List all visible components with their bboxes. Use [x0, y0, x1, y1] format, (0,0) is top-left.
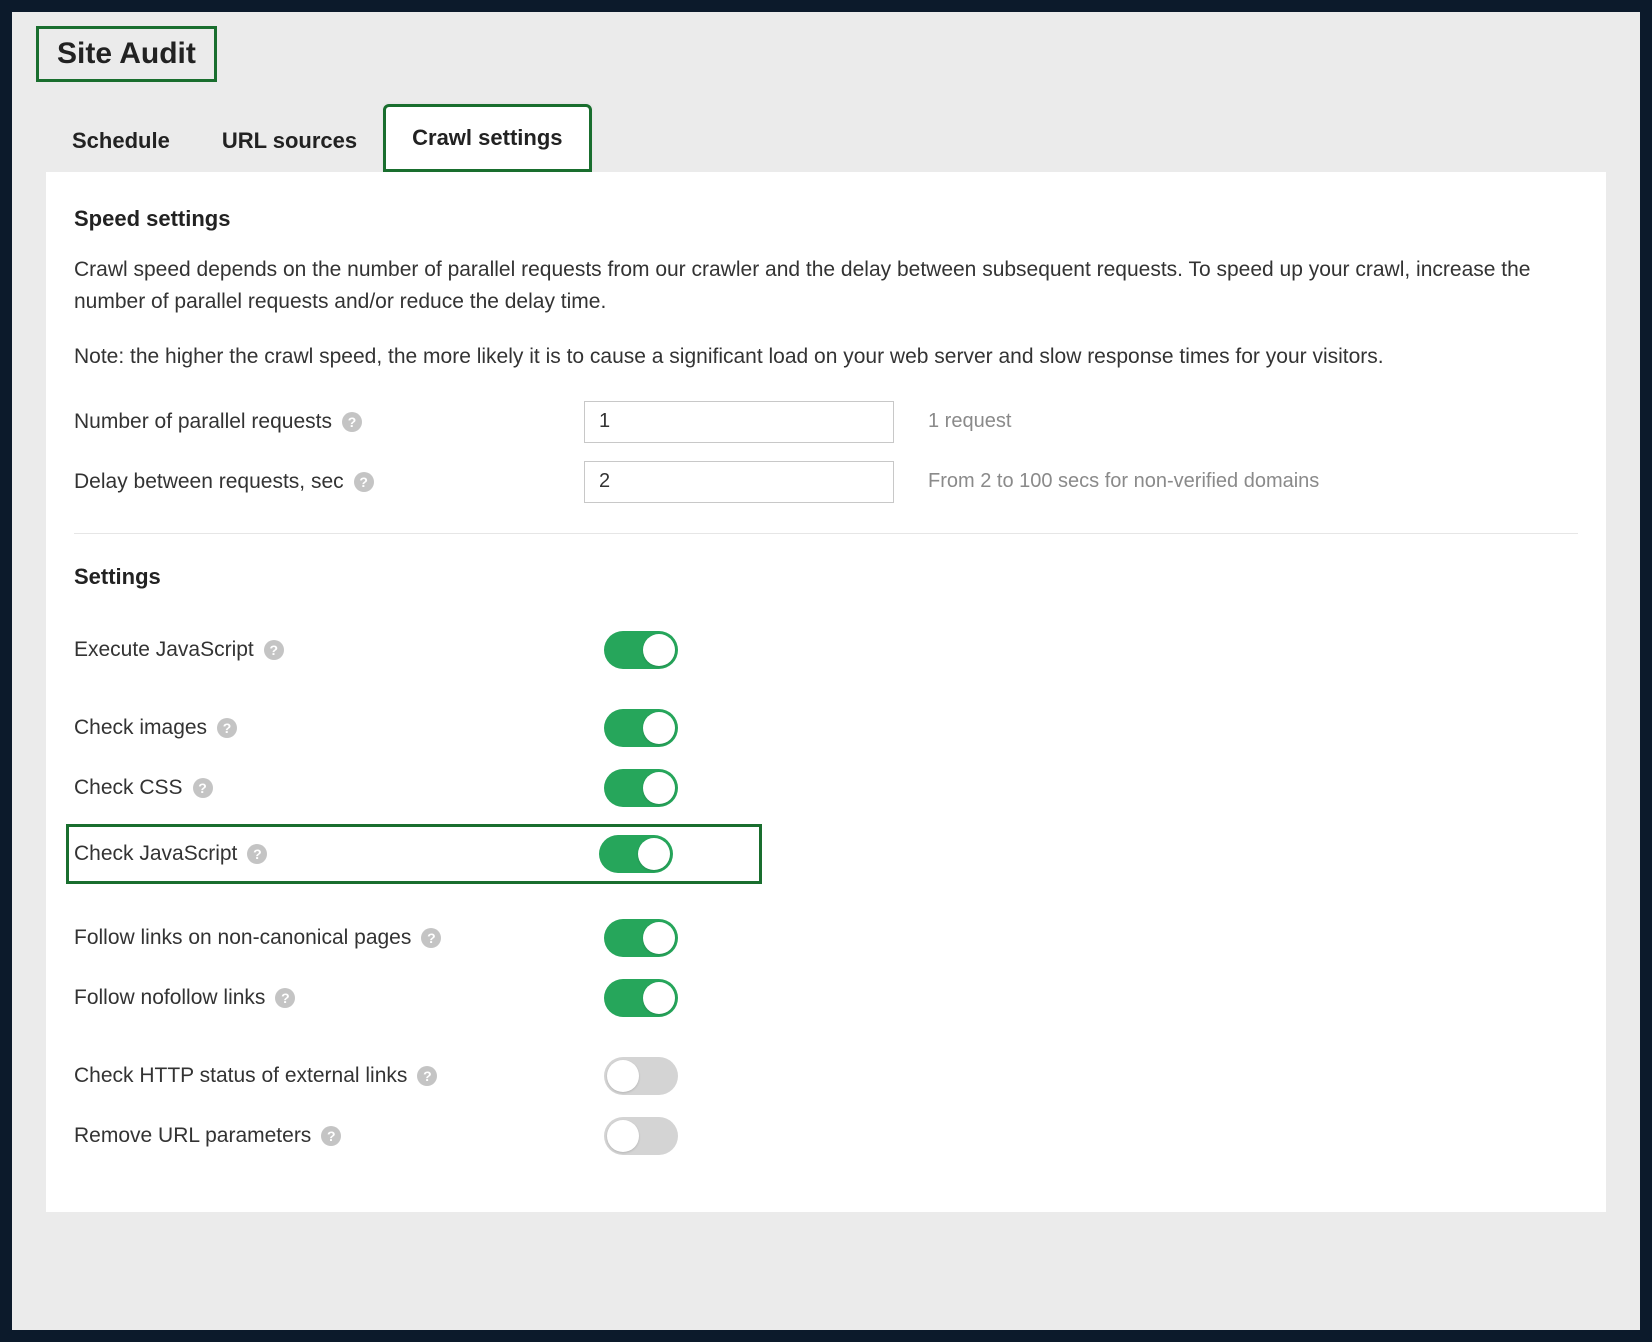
execute-js-toggle[interactable]	[604, 631, 678, 669]
delay-input[interactable]	[584, 461, 894, 503]
check-css-label-text: Check CSS	[74, 776, 183, 800]
check-http-external-label-text: Check HTTP status of external links	[74, 1064, 407, 1088]
follow-noncanonical-toggle[interactable]	[604, 919, 678, 957]
check-images-row: Check images ?	[74, 704, 1578, 752]
page-title: Site Audit	[36, 26, 217, 82]
follow-noncanonical-label: Follow links on non-canonical pages ?	[74, 926, 604, 950]
remove-url-params-row: Remove URL parameters ?	[74, 1112, 1578, 1160]
speed-description-2: Note: the higher the crawl speed, the mo…	[74, 341, 1578, 373]
check-http-external-toggle[interactable]	[604, 1057, 678, 1095]
help-icon[interactable]: ?	[354, 472, 374, 492]
follow-nofollow-toggle[interactable]	[604, 979, 678, 1017]
check-js-toggle[interactable]	[599, 835, 673, 873]
remove-url-params-label-text: Remove URL parameters	[74, 1124, 311, 1148]
app-background: Site Audit Schedule URL sources Crawl se…	[12, 12, 1640, 1330]
follow-nofollow-row: Follow nofollow links ?	[74, 974, 1578, 1022]
follow-noncanonical-row: Follow links on non-canonical pages ?	[74, 914, 1578, 962]
section-divider	[74, 533, 1578, 534]
check-images-label-text: Check images	[74, 716, 207, 740]
follow-nofollow-label: Follow nofollow links ?	[74, 986, 604, 1010]
delay-row: Delay between requests, sec ? From 2 to …	[74, 461, 1578, 503]
follow-nofollow-label-text: Follow nofollow links	[74, 986, 265, 1010]
tab-crawl-settings[interactable]: Crawl settings	[383, 104, 591, 172]
parallel-requests-label: Number of parallel requests ?	[74, 410, 584, 434]
settings-heading: Settings	[74, 564, 1578, 590]
help-icon[interactable]: ?	[247, 844, 267, 864]
parallel-requests-hint: 1 request	[928, 410, 1011, 433]
check-css-toggle[interactable]	[604, 769, 678, 807]
help-icon[interactable]: ?	[193, 778, 213, 798]
execute-js-label: Execute JavaScript ?	[74, 638, 604, 662]
tab-url-sources[interactable]: URL sources	[196, 110, 383, 172]
tabs: Schedule URL sources Crawl settings	[46, 104, 1640, 172]
parallel-requests-row: Number of parallel requests ? 1 request	[74, 401, 1578, 443]
delay-label: Delay between requests, sec ?	[74, 470, 584, 494]
parallel-requests-input[interactable]	[584, 401, 894, 443]
follow-noncanonical-label-text: Follow links on non-canonical pages	[74, 926, 411, 950]
delay-hint: From 2 to 100 secs for non-verified doma…	[928, 470, 1319, 493]
parallel-requests-label-text: Number of parallel requests	[74, 410, 332, 434]
help-icon[interactable]: ?	[275, 988, 295, 1008]
remove-url-params-toggle[interactable]	[604, 1117, 678, 1155]
check-http-external-row: Check HTTP status of external links ?	[74, 1052, 1578, 1100]
check-images-toggle[interactable]	[604, 709, 678, 747]
check-http-external-label: Check HTTP status of external links ?	[74, 1064, 604, 1088]
help-icon[interactable]: ?	[421, 928, 441, 948]
remove-url-params-label: Remove URL parameters ?	[74, 1124, 604, 1148]
tab-schedule[interactable]: Schedule	[46, 110, 196, 172]
speed-settings-heading: Speed settings	[74, 206, 1578, 232]
help-icon[interactable]: ?	[417, 1066, 437, 1086]
speed-description-1: Crawl speed depends on the number of par…	[74, 254, 1578, 317]
help-icon[interactable]: ?	[264, 640, 284, 660]
check-images-label: Check images ?	[74, 716, 604, 740]
check-js-row: Check JavaScript ?	[66, 824, 762, 884]
execute-js-label-text: Execute JavaScript	[74, 638, 254, 662]
check-js-label: Check JavaScript ?	[74, 842, 599, 866]
check-css-label: Check CSS ?	[74, 776, 604, 800]
check-js-label-text: Check JavaScript	[74, 842, 237, 866]
help-icon[interactable]: ?	[321, 1126, 341, 1146]
check-css-row: Check CSS ?	[74, 764, 1578, 812]
help-icon[interactable]: ?	[217, 718, 237, 738]
delay-label-text: Delay between requests, sec	[74, 470, 344, 494]
help-icon[interactable]: ?	[342, 412, 362, 432]
execute-js-row: Execute JavaScript ?	[74, 626, 1578, 674]
crawl-settings-panel: Speed settings Crawl speed depends on th…	[46, 172, 1606, 1212]
